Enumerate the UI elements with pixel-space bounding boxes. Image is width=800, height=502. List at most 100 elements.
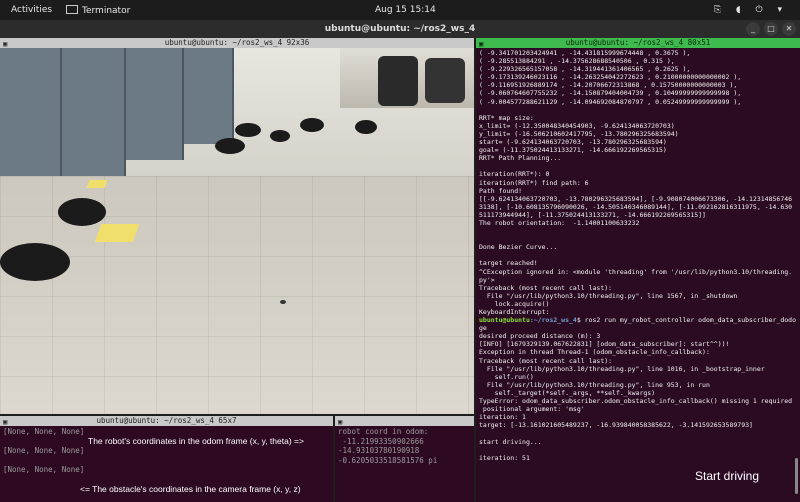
main-terminal-header: ▣ ubuntu@ubuntu: ~/ros2_ws_4 80x51 (476, 38, 800, 48)
terminal-line: ( -9.341701203424941 , -14.4318159996744… (479, 49, 691, 57)
activities-button[interactable]: Activities (11, 5, 52, 15)
terminal-line: Done Bezier Curve... (479, 243, 558, 252)
office-chair (378, 56, 418, 106)
terminal-line: goal= (-11.375024413133271, -14.66619226… (479, 146, 667, 155)
minimize-icon[interactable]: _ (746, 22, 760, 36)
terminal-line: KeyboardInterrupt: (479, 308, 550, 316)
terminal-line: File "/usr/lib/python3.10/threading.py",… (479, 380, 710, 389)
terminal-scrollbar[interactable] (795, 458, 798, 494)
terminal-line: robot coord in odom: (338, 427, 429, 436)
camera-pane[interactable]: ▣ ubuntu@ubuntu: ~/ros2_ws_4 92x36 (0, 38, 474, 414)
terminal-line: Path found! (479, 186, 523, 195)
terminal-line: iteration: 1 (479, 413, 526, 422)
terminal-line: ( -9.173139246023116 , -14.2632540422726… (479, 73, 742, 82)
terminal-line: py'> (479, 275, 495, 284)
terminal-line: 3138], [-10.608135796090026, -14.5051403… (479, 202, 793, 211)
terminal-line: desired proceed distance (m): 3 (479, 332, 601, 341)
terminal-line: File "/usr/lib/python3.10/threading.py",… (479, 291, 738, 300)
terminal-line: lock.acquire() (479, 299, 550, 308)
terminal-line: start driving... (479, 437, 542, 446)
robot (300, 118, 324, 132)
terminal-line: -11.21993350902666 (338, 436, 424, 446)
clock[interactable]: Aug 15 15:14 (375, 5, 436, 15)
camera-pane-header: ▣ ubuntu@ubuntu: ~/ros2_ws_4 92x36 (0, 38, 474, 48)
terminal-line: -14.93103780190918 (338, 446, 420, 455)
cabinet (62, 48, 126, 178)
top-bar: Activities Terminator Aug 15 15:14 ⎘ ◖ ⏻… (0, 0, 800, 20)
odom-terminal-output[interactable]: robot coord in odom: -11.21993350902666-… (335, 426, 474, 502)
terminal-line: [None, None, None] (3, 446, 85, 455)
prompt-user: ubuntu@ubuntu (479, 316, 530, 325)
robot (235, 123, 261, 137)
terminal-icon (66, 5, 78, 14)
obstacle-terminal-title: ubuntu@ubuntu: ~/ros2_ws_4 65x7 (96, 416, 237, 425)
prompt-path: :~/ros2_ws_4 (529, 316, 577, 325)
terminal-line: The robot orientation: -1.14001100633232 (479, 218, 640, 227)
terminal-line: self.run() (479, 372, 534, 381)
robot (270, 130, 290, 142)
system-tray[interactable]: ⎘ ◖ ⏻ ▾ (714, 5, 788, 15)
main-terminal-title: ubuntu@ubuntu: ~/ros2_ws_4 80x51 (565, 38, 711, 47)
terminal-line: ge (479, 324, 487, 333)
prompt-line: ubuntu@ubuntu:~/ros2_ws_4$ ros2 run my_r… (479, 316, 797, 324)
terminal-line: target reached! (479, 259, 538, 268)
window-title: ubuntu@ubuntu: ~/ros2_ws_4 (324, 24, 476, 34)
terminal-line: ( -9.060764607755232 , -14.1508794040047… (479, 89, 742, 98)
terminal-line: [[-9.624134063720703, -13.78029632568359… (479, 194, 793, 203)
terminal-line: TypeError: odom_data_subscriber.odom_obs… (479, 397, 793, 406)
camera-caption: <= The obstacle's coordinates in the cam… (80, 484, 301, 494)
terminal-line: ( -9.229326565157058 , -14.3194413614065… (479, 65, 691, 74)
odom-terminal-pane[interactable]: ▣ robot coord in odom: -11.2199335090266… (335, 416, 474, 502)
terminal-line: x_limit= (-12.350048340454903, -9.624134… (479, 121, 675, 130)
obstacle-terminal-pane[interactable]: ▣ ubuntu@ubuntu: ~/ros2_ws_4 65x7 [None, … (0, 416, 333, 502)
terminal-line: [None, None, None] (3, 465, 85, 474)
close-icon[interactable]: ✕ (782, 22, 796, 36)
terminal-line: ( -9.004577288621129 , -14.0946920848707… (479, 97, 742, 106)
obstacle-terminal-header: ▣ ubuntu@ubuntu: ~/ros2_ws_4 65x7 (0, 416, 333, 426)
main-terminal-output[interactable]: ( -9.341701203424941 , -14.4318159996744… (476, 48, 800, 502)
terminal-line: iteration(RRT*): 0 (479, 170, 550, 179)
start-driving-caption: Start driving (695, 469, 760, 483)
maximize-icon[interactable]: □ (764, 22, 778, 36)
terminal-line: positional argument: 'msg' (479, 405, 585, 414)
terminal-line: y_limit= (-16.506210602417795, -13.78029… (479, 129, 679, 138)
terminal-line: start= (-9.624134063720703, -13.78029632… (479, 138, 667, 147)
paper-marker (94, 224, 140, 242)
terminal-line: ^CException ignored in: <module 'threadi… (479, 267, 793, 276)
odom-terminal-header: ▣ (335, 416, 474, 426)
app-name: Terminator (82, 6, 131, 16)
office-chair (425, 58, 465, 103)
robot (0, 243, 70, 281)
robot (58, 198, 106, 226)
terminal-line: Traceback (most recent call last): (479, 356, 613, 365)
camera-pane-title: ubuntu@ubuntu: ~/ros2_ws_4 92x36 (164, 38, 310, 47)
floor-spot (280, 300, 286, 304)
cabinet (184, 48, 234, 144)
terminal-line: iteration(RRT*) find path: 6 (479, 178, 589, 187)
terminal-line: iteration: 51 (479, 453, 530, 462)
terminal-line: Exception in thread Thread-1 (odom_obsta… (479, 348, 710, 357)
camera-view (0, 48, 474, 414)
terminal-line: ( -9.116951926889174 , -14.2070667231386… (479, 81, 738, 90)
odom-caption: The robot's coordinates in the odom fram… (88, 436, 304, 446)
prompt-command: $ ros2 run my_robot_controller odom_data… (576, 316, 796, 325)
cabinet (126, 48, 184, 160)
terminal-line: ( -9.285513884291 , -14.375628688540506 … (479, 57, 675, 66)
app-menu[interactable]: Terminator (66, 5, 130, 16)
terminal-line: 511173944944], [-11.375024413133271, -14… (479, 210, 706, 219)
robot (355, 120, 377, 134)
terminal-line: self._target(*self._args, **self._kwargs… (479, 388, 656, 397)
terminal-line: target: [-13.161021605489237, -16.939840… (479, 421, 753, 430)
terminal-line: RRT* Path Planning... (479, 154, 562, 163)
terminal-line: Traceback (most recent call last): (479, 283, 613, 292)
terminal-line: -0.6205033518581576 pi (338, 455, 438, 465)
main-terminal-pane[interactable]: ▣ ubuntu@ubuntu: ~/ros2_ws_4 80x51 ( -9.3… (476, 38, 800, 502)
robot (215, 138, 245, 154)
